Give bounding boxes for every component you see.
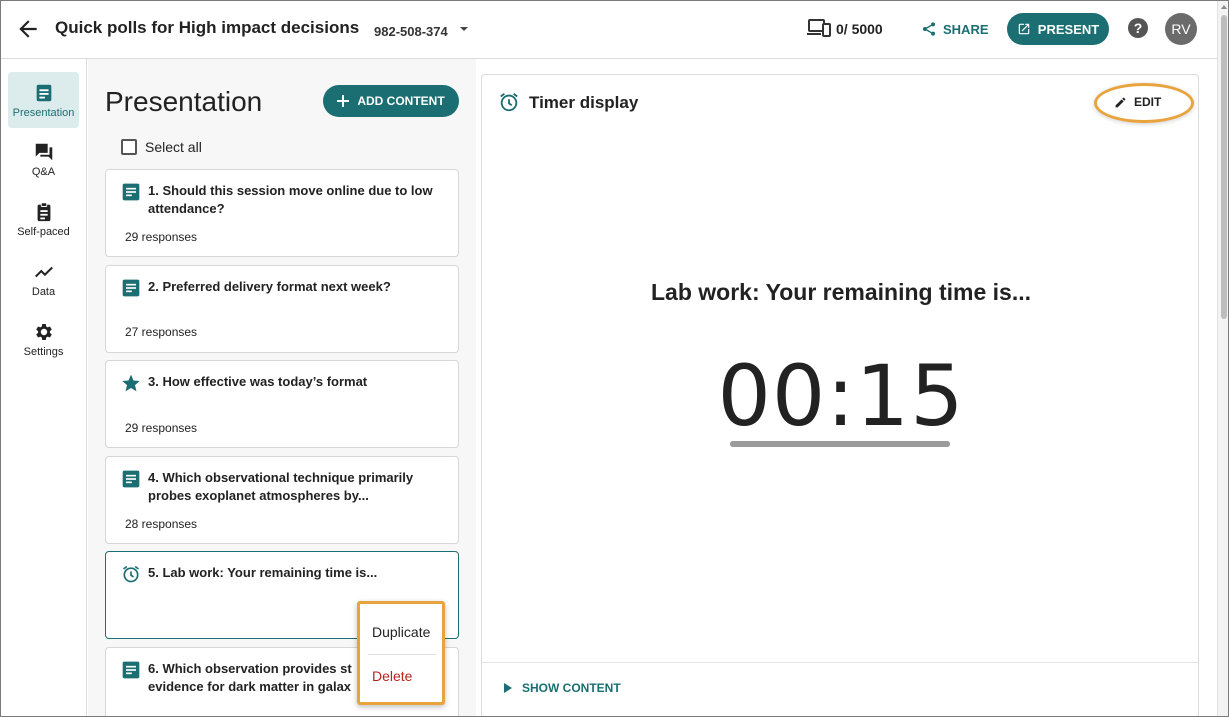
present-label: PRESENT: [1037, 21, 1100, 37]
chat-icon: [35, 143, 52, 160]
content-card-title: 6. Which observation provides st evidenc…: [148, 661, 352, 694]
delete-menu-item[interactable]: Delete: [372, 668, 412, 684]
scrollbar-thumb[interactable]: [1221, 15, 1227, 319]
document-icon: [36, 84, 51, 101]
devices-icon: [807, 19, 831, 37]
session-code[interactable]: 982-508-374: [374, 24, 448, 39]
sidebar: Presentation Q&A Self-paced Data Setting…: [1, 59, 87, 716]
content-card-title: 4. Which observational technique primari…: [148, 470, 414, 503]
duplicate-menu-item[interactable]: Duplicate: [372, 624, 430, 640]
alarm-icon: [500, 93, 518, 112]
avatar[interactable]: RV: [1165, 13, 1197, 45]
caret-right-icon: [504, 683, 512, 693]
timer-progress-bar: [730, 441, 950, 447]
star-icon: [122, 374, 140, 392]
sidebar-item-settings[interactable]: Settings: [8, 311, 79, 367]
content-card-2[interactable]: 2. Preferred delivery format next week? …: [105, 265, 459, 353]
sidebar-item-label: Presentation: [12, 106, 75, 119]
sidebar-item-self-paced[interactable]: Self-paced: [8, 191, 79, 247]
preview-title: Timer display: [529, 93, 639, 112]
plus-icon: [337, 95, 350, 107]
edit-label: EDIT: [1134, 95, 1162, 109]
alarm-icon: [123, 565, 139, 583]
content-card-title: 3. How effective was today’s format: [148, 374, 368, 389]
sidebar-item-data[interactable]: Data: [8, 251, 79, 307]
add-content-label: ADD CONTENT: [357, 94, 445, 108]
open-external-icon: [1018, 23, 1030, 35]
preview-footer-divider: [482, 662, 1198, 663]
poll-icon: [122, 183, 140, 201]
sidebar-item-qa[interactable]: Q&A: [8, 131, 79, 187]
present-button[interactable]: PRESENT: [1007, 13, 1109, 45]
back-arrow-icon[interactable]: [15, 16, 41, 42]
page-scrollbar[interactable]: [1217, 1, 1228, 716]
share-button[interactable]: SHARE: [921, 15, 989, 43]
content-card-title: 2. Preferred delivery format next week?: [148, 279, 391, 294]
content-card-3[interactable]: 3. How effective was today’s format 29 r…: [105, 360, 459, 448]
top-bar: Quick polls for High impact decisions 98…: [1, 1, 1217, 59]
content-card-1[interactable]: 1. Should this session move online due t…: [105, 169, 459, 257]
slide-title: Lab work: Your remaining time is...: [650, 279, 1031, 305]
preview-panel: Timer display EDIT Lab work: Your remain…: [481, 74, 1199, 716]
content-card-title: 1. Should this session move online due t…: [148, 183, 433, 216]
timer-progress-fill: [730, 441, 950, 447]
sidebar-item-label: Self-paced: [17, 225, 70, 238]
trend-icon: [34, 266, 53, 277]
share-label: SHARE: [943, 21, 989, 37]
poll-icon: [122, 470, 140, 488]
poll-icon: [122, 279, 140, 297]
pencil-icon: [1115, 97, 1126, 107]
help-icon[interactable]: ?: [1128, 18, 1148, 38]
edit-button[interactable]: EDIT: [1114, 95, 1161, 109]
app-window: Quick polls for High impact decisions 98…: [0, 0, 1229, 717]
select-all-checkbox[interactable]: Select all: [121, 139, 202, 155]
checkbox[interactable]: [121, 139, 137, 155]
sidebar-item-label: Settings: [23, 345, 64, 358]
page-title: Presentation: [105, 86, 263, 117]
content-card-title: 5. Lab work: Your remaining time is...: [148, 565, 378, 580]
response-count: 27 responses: [125, 325, 198, 339]
menu-divider: [368, 654, 436, 655]
presentation-title[interactable]: Quick polls for High impact decisions: [55, 18, 359, 38]
poll-icon: [122, 661, 140, 679]
content-card-4[interactable]: 4. Which observational technique primari…: [105, 456, 459, 544]
participant-count: 0/ 5000: [836, 21, 883, 37]
add-content-button[interactable]: ADD CONTENT: [323, 85, 459, 117]
select-all-label: Select all: [145, 139, 202, 155]
timer-value: 00:15: [717, 347, 965, 445]
response-count: 28 responses: [125, 517, 198, 531]
show-content-toggle[interactable]: SHOW CONTENT: [504, 681, 621, 695]
scroll-up-arrow-icon[interactable]: [1221, 5, 1227, 9]
response-count: 29 responses: [125, 230, 198, 244]
gear-icon: [35, 323, 52, 340]
sidebar-item-label: Data: [31, 285, 56, 298]
caret-down-icon[interactable]: [458, 21, 470, 35]
response-count: 29 responses: [125, 421, 198, 435]
clipboard-icon: [37, 201, 50, 221]
card-context-menu: Duplicate Delete: [357, 601, 445, 705]
sidebar-item-presentation[interactable]: Presentation: [8, 72, 79, 128]
show-content-label: SHOW CONTENT: [522, 681, 621, 695]
share-icon: [923, 22, 935, 36]
sidebar-item-label: Q&A: [31, 165, 56, 178]
